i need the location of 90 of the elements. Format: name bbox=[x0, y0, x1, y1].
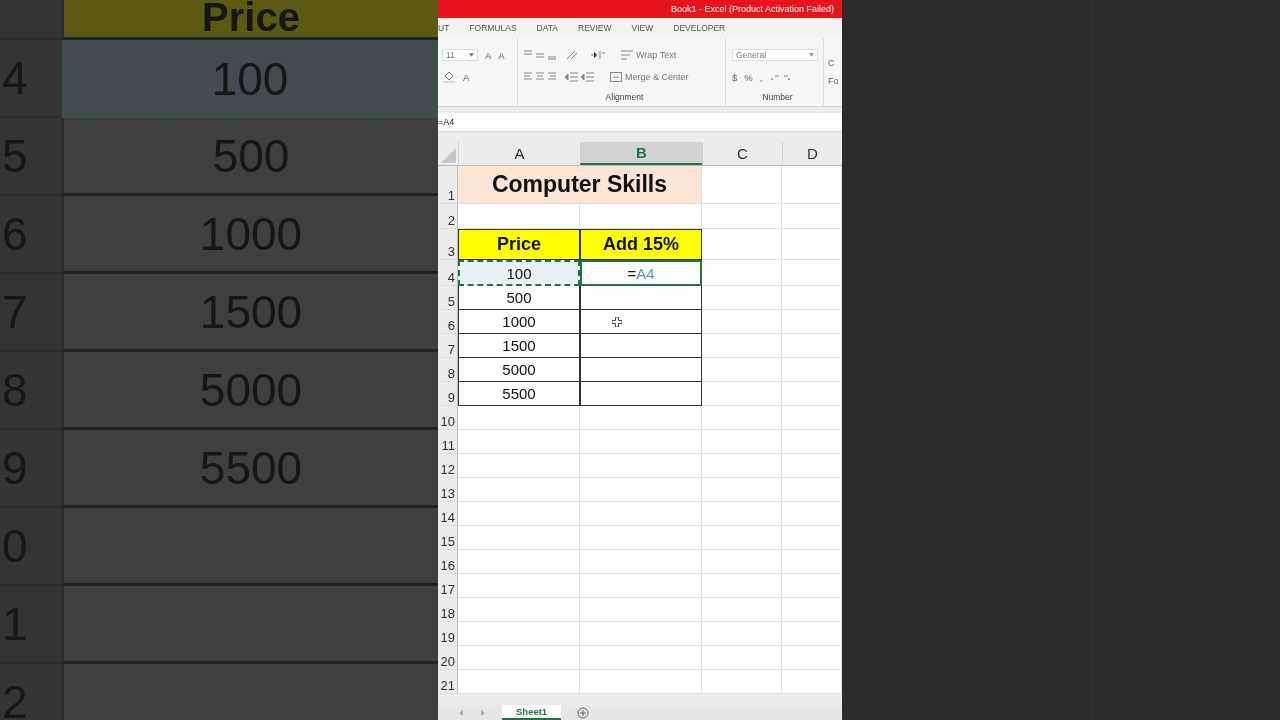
table-cell bbox=[782, 598, 842, 622]
caret-icon bbox=[469, 53, 474, 57]
table-cell: 5500 bbox=[458, 382, 580, 406]
table-cell bbox=[782, 260, 842, 286]
table-cell bbox=[782, 622, 842, 646]
ribbon-tab[interactable]: DEVELOPER bbox=[673, 23, 726, 33]
row-header[interactable]: 18 bbox=[438, 598, 458, 622]
wrap-text-icon bbox=[621, 50, 633, 60]
row-header[interactable]: 11 bbox=[438, 430, 458, 454]
table-cell bbox=[782, 478, 842, 502]
indent-icon[interactable] bbox=[590, 50, 606, 60]
row-header[interactable]: 7 bbox=[438, 334, 458, 358]
row-header[interactable]: 4 bbox=[438, 260, 458, 286]
row-header[interactable]: 10 bbox=[438, 406, 458, 430]
row-header[interactable]: 19 bbox=[438, 622, 458, 646]
table-cell bbox=[782, 334, 842, 358]
table-cell bbox=[782, 646, 842, 670]
grow-font-button[interactable]: A bbox=[485, 49, 492, 61]
table-cell: 500 bbox=[458, 286, 580, 310]
row-header[interactable]: 5 bbox=[438, 286, 458, 310]
row-header[interactable]: 21 bbox=[438, 670, 458, 694]
ribbon-label[interactable]: C bbox=[828, 58, 842, 68]
window-title: Book1 - Excel (Product Activation Failed) bbox=[670, 4, 834, 14]
align-top-icon[interactable] bbox=[524, 50, 558, 60]
column-header[interactable]: B bbox=[580, 142, 702, 165]
table-cell bbox=[782, 286, 842, 310]
ribbon-tab[interactable]: UT bbox=[438, 23, 450, 33]
row-header[interactable]: 15 bbox=[438, 526, 458, 550]
formula-bar[interactable]: =A4 bbox=[438, 113, 842, 132]
ribbon-label[interactable]: Fo bbox=[828, 76, 842, 86]
currency-button[interactable]: $ bbox=[732, 71, 738, 83]
column-header: Price bbox=[202, 0, 300, 37]
row-header[interactable]: 2 bbox=[438, 204, 458, 229]
table-cell: 1000 bbox=[458, 310, 580, 334]
ribbon-tab[interactable]: FORMULAS bbox=[469, 23, 517, 33]
row-header[interactable]: 17 bbox=[438, 574, 458, 598]
add-sheet-icon[interactable] bbox=[577, 706, 590, 719]
number-format-dropdown[interactable]: General bbox=[732, 49, 818, 61]
comma-button[interactable]: , bbox=[759, 71, 763, 83]
ribbon-tab[interactable]: REVIEW bbox=[578, 23, 612, 33]
caret-icon bbox=[809, 53, 814, 57]
row-header[interactable]: 9 bbox=[438, 382, 458, 406]
align-left-icon[interactable] bbox=[524, 72, 558, 82]
font-color-button[interactable]: A bbox=[463, 71, 470, 83]
row-header[interactable]: 12 bbox=[438, 454, 458, 478]
row-header[interactable]: 20 bbox=[438, 646, 458, 670]
formula-text: =A4 bbox=[438, 117, 455, 127]
table-cell bbox=[782, 358, 842, 382]
scroll-right-icon[interactable] bbox=[480, 709, 486, 716]
sheet-tab[interactable]: Sheet1 bbox=[502, 705, 562, 720]
header-cell: Add 15% bbox=[580, 229, 702, 260]
table-cell bbox=[782, 430, 842, 454]
row-header[interactable]: 14 bbox=[438, 502, 458, 526]
merge-cells-icon bbox=[610, 72, 622, 82]
group-label: Alignment bbox=[605, 92, 644, 102]
scroll-left-icon[interactable] bbox=[458, 709, 464, 716]
column-header[interactable]: C bbox=[702, 142, 782, 165]
table-cell bbox=[782, 550, 842, 574]
row-header[interactable]: 8 bbox=[438, 358, 458, 382]
ribbon-tab[interactable]: VIEW bbox=[631, 23, 654, 33]
table-cell bbox=[782, 526, 842, 550]
table-cell bbox=[782, 502, 842, 526]
table-cell: 100 bbox=[458, 260, 580, 286]
font-size-dropdown[interactable]: 11 bbox=[442, 49, 478, 61]
group-label: Number bbox=[762, 92, 793, 102]
row-header[interactable]: 6 bbox=[438, 310, 458, 334]
title-cell: Computer Skills bbox=[458, 166, 702, 204]
percent-button[interactable]: % bbox=[744, 71, 753, 83]
merge-center-button[interactable]: Merge & Center bbox=[610, 72, 689, 82]
table-cell bbox=[782, 229, 842, 260]
header-cell: Price bbox=[458, 229, 580, 260]
row-header[interactable]: 16 bbox=[438, 550, 458, 574]
table-cell bbox=[782, 454, 842, 478]
cursor-icon bbox=[612, 317, 622, 327]
table-cell bbox=[782, 406, 842, 430]
row-header[interactable]: 13 bbox=[438, 478, 458, 502]
ribbon-tab[interactable]: DATA bbox=[536, 23, 558, 33]
wrap-text-button[interactable]: Wrap Text bbox=[621, 50, 677, 60]
table-cell: 1500 bbox=[458, 334, 580, 358]
table-cell bbox=[782, 310, 842, 334]
row-header[interactable]: 3 bbox=[438, 229, 458, 260]
table-cell: 5000 bbox=[458, 358, 580, 382]
cell-value: 100 bbox=[211, 56, 289, 102]
row-header[interactable]: 1 bbox=[438, 166, 458, 204]
table-cell bbox=[782, 382, 842, 406]
fill-bucket-icon[interactable] bbox=[442, 71, 456, 83]
table-cell: =A4 bbox=[580, 260, 702, 286]
table-cell bbox=[782, 574, 842, 598]
shrink-font-button[interactable]: A bbox=[498, 49, 505, 61]
table-cell bbox=[782, 204, 842, 229]
